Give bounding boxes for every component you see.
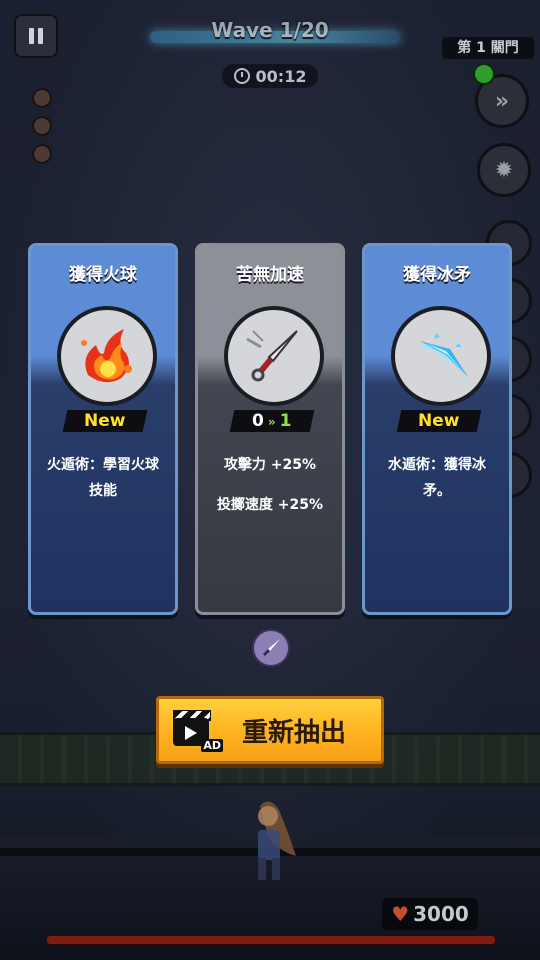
skill-card-ice-spear[interactable]: 獲得冰矛 New 水遁術：獲得冰矛。 <box>362 243 512 615</box>
fast-forward-icon: » <box>494 88 510 114</box>
ninja-character <box>258 801 296 880</box>
clock-icon <box>233 68 250 84</box>
reroll-button[interactable]: AD 重新抽出 <box>156 696 384 764</box>
level-badge: 0» 1 <box>229 410 315 432</box>
kunai-icon <box>224 306 324 406</box>
card-title: 苦無加速 <box>236 265 304 285</box>
video-ad-icon: AD <box>173 710 223 752</box>
card-description: 火遁術：學習火球技能 <box>47 457 159 499</box>
card-title: 獲得冰矛 <box>403 265 471 285</box>
reroll-label: 重新抽出 <box>241 717 346 748</box>
enemy-head-icon <box>32 88 52 108</box>
timer-value: 00:12 <box>255 66 307 86</box>
level-up-arrow-icon: » <box>268 415 276 429</box>
pause-button[interactable] <box>14 14 58 58</box>
skill-card-kunai-speed[interactable]: 苦無加速 0» 1 攻擊力 +25% 投擲速度 +25% <box>195 243 345 615</box>
enemy-head-icon <box>32 116 52 136</box>
skill-card-fireball[interactable]: 獲得火球 New 火遁術：學習火球技能 <box>28 243 178 615</box>
timer: 00:12 <box>222 64 318 88</box>
fireball-icon <box>57 306 157 406</box>
level-to: 1 <box>279 411 292 431</box>
hp-display: ♥ 3000 <box>382 898 478 930</box>
pause-icon <box>29 28 34 44</box>
enemy-queue <box>32 88 52 172</box>
wave-counter: Wave 1/20 <box>211 18 329 42</box>
card-title: 獲得火球 <box>69 265 137 285</box>
enemy-head-icon <box>32 144 52 164</box>
card-description: 攻擊力 +25% 投擲速度 +25% <box>216 457 324 513</box>
heart-icon: ♥ <box>391 902 410 926</box>
status-indicator <box>473 63 495 85</box>
explosion-icon: ✹ <box>494 157 514 183</box>
skill-button[interactable]: ✹ <box>477 143 531 197</box>
current-weapon-kunai-icon <box>252 629 290 667</box>
hp-value: 3000 <box>413 902 469 926</box>
new-badge: New <box>396 410 482 432</box>
gate-label: 第 1 關門 <box>442 37 534 59</box>
card-description: 水遁術：獲得冰矛。 <box>388 457 486 499</box>
level-from: 0 <box>252 411 265 431</box>
ice-spear-icon <box>391 306 491 406</box>
hp-bar <box>46 935 496 945</box>
new-badge: New <box>62 410 148 432</box>
